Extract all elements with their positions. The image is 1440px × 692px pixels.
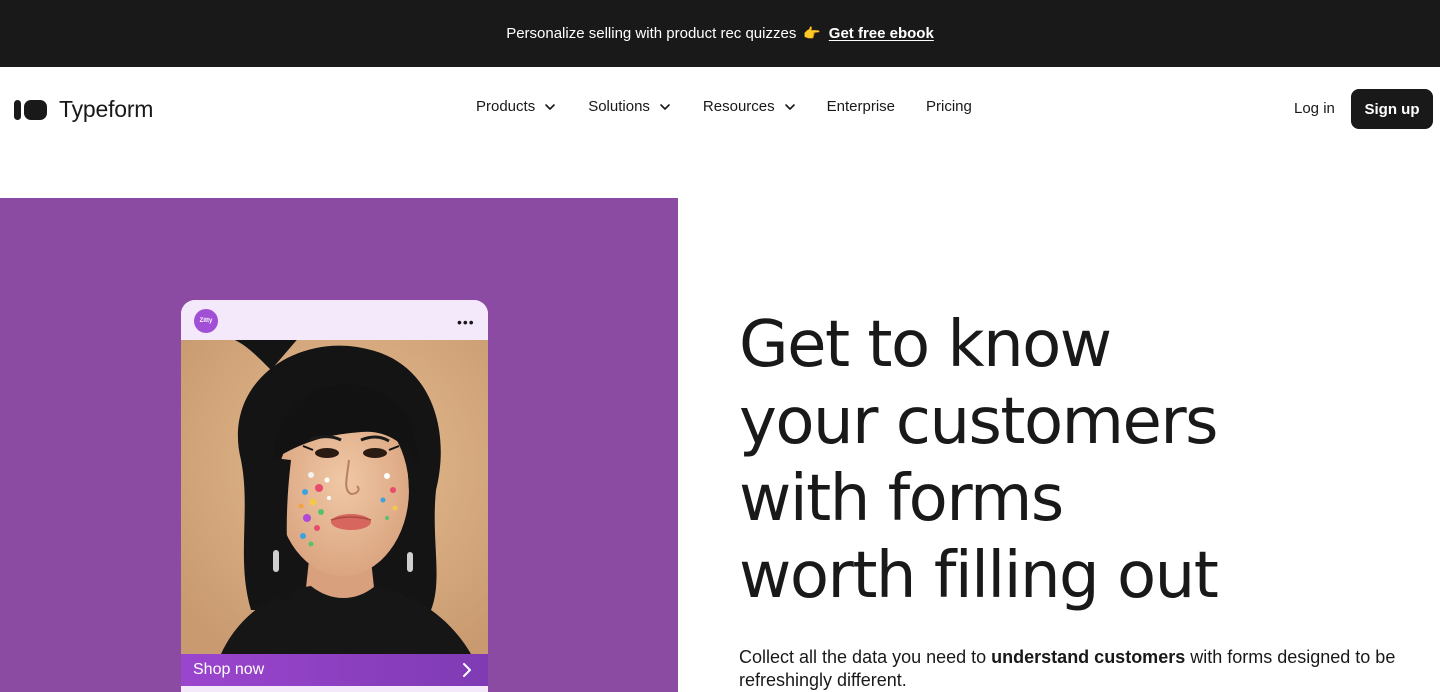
pointing-hand-icon: 👉	[803, 25, 821, 41]
nav-resources-label: Resources	[702, 98, 775, 115]
phone-header: Zitty •••	[181, 300, 488, 340]
headline-line-1: Get to know	[739, 308, 1112, 382]
nav-enterprise-label: Enterprise	[826, 98, 895, 115]
typeform-logo-icon	[14, 99, 47, 120]
headline-line-2: your customers	[739, 385, 1218, 459]
shop-now-button[interactable]: Shop now	[181, 654, 488, 686]
site-header: Typeform Products Solutions Resources En…	[0, 67, 1440, 151]
nav-enterprise[interactable]: Enterprise	[827, 98, 895, 115]
subtext-part-1: Collect all the data you need to	[739, 647, 992, 667]
logo-text: Typeform	[59, 96, 154, 122]
chevron-right-icon	[463, 663, 471, 677]
get-free-ebook-link[interactable]: Get free ebook	[829, 25, 934, 42]
nav-pricing[interactable]: Pricing	[926, 98, 972, 115]
nav-solutions-label: Solutions	[588, 98, 650, 115]
nav-resources[interactable]: Resources	[703, 98, 797, 115]
headline-line-4: worth filling out	[739, 539, 1219, 613]
model-photo	[181, 340, 488, 654]
nav-pricing-label: Pricing	[926, 98, 972, 115]
announcement-bar: Personalize selling with product rec qui…	[0, 0, 1440, 67]
hero-headline: Get to know your customers with forms wo…	[739, 307, 1379, 615]
chevron-down-icon	[784, 103, 795, 110]
headline-line-3: with forms	[739, 462, 1064, 536]
main-nav: Products Solutions Resources Enterprise …	[476, 98, 972, 115]
phone-mockup: Zitty ••• Shop now	[181, 300, 488, 692]
nav-products[interactable]: Products	[476, 98, 557, 115]
login-link[interactable]: Log in	[1294, 100, 1335, 117]
nav-products-label: Products	[476, 98, 536, 115]
typeform-logo[interactable]: Typeform	[14, 96, 153, 123]
announcement-text: Personalize selling with product rec qui…	[506, 25, 797, 42]
more-horizontal-icon[interactable]: •••	[457, 314, 475, 330]
subtext-bold: understand customers	[991, 647, 1186, 667]
signup-button[interactable]: Sign up	[1351, 89, 1433, 129]
brand-avatar: Zitty	[194, 309, 218, 333]
hero-media-panel: Zitty ••• Shop now	[0, 198, 678, 692]
hero-subtext: Collect all the data you need to underst…	[739, 646, 1419, 692]
chevron-down-icon	[660, 103, 670, 110]
shop-now-label: Shop now	[193, 661, 265, 678]
portrait-illustration	[181, 340, 488, 654]
chevron-down-icon	[545, 103, 556, 110]
nav-solutions[interactable]: Solutions	[588, 98, 672, 115]
